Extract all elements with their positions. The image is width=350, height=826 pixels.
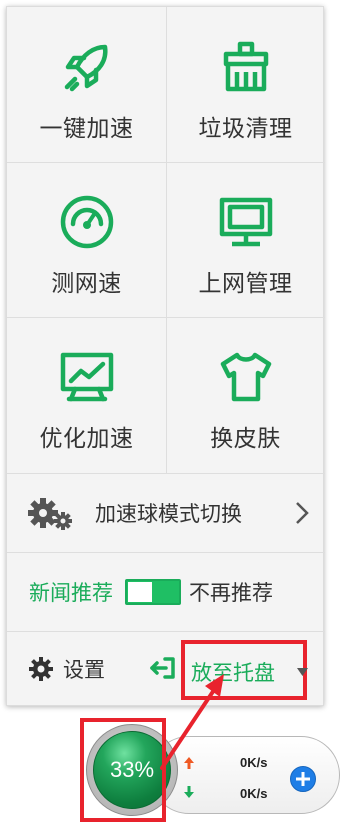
tshirt-icon — [220, 352, 271, 402]
minimize-to-tray-button[interactable]: 放至托盘 — [191, 657, 275, 687]
grid-divider — [7, 317, 325, 318]
feature-grid: 一键加速 垃圾清理 测网速 上网管理 优化加速 换皮肤 — [7, 7, 325, 473]
mode-switch-label: 加速球模式切换 — [95, 502, 242, 526]
tile-optimize-speedup[interactable]: 优化加速 — [7, 317, 166, 472]
tile-label: 优化加速 — [39, 426, 134, 452]
footer-row: 设置 放至托盘 — [7, 632, 325, 706]
upload-speed: 0K/s — [240, 755, 268, 770]
speedometer-icon — [60, 195, 113, 249]
tile-label: 一键加速 — [39, 116, 134, 142]
settings-button[interactable]: 设置 — [63, 654, 105, 684]
download-speed: 0K/s — [240, 786, 268, 801]
grid-divider — [166, 7, 167, 473]
mode-switch-row[interactable]: 加速球模式切换 — [7, 474, 325, 552]
tile-change-skin[interactable]: 换皮肤 — [166, 317, 325, 472]
tile-one-click-speedup[interactable]: 一键加速 — [7, 7, 166, 162]
news-recommend-row: 新闻推荐 不再推荐 — [7, 553, 325, 631]
broom-icon — [223, 41, 268, 92]
speed-ball-menu-panel: 一键加速 垃圾清理 测网速 上网管理 优化加速 换皮肤 加速球模式切换 新闻推荐… — [6, 6, 325, 706]
no-recommend-link[interactable]: 不再推荐 — [189, 577, 273, 607]
download-arrow-icon — [184, 786, 194, 798]
upload-arrow-icon — [184, 757, 194, 769]
tile-label: 测网速 — [51, 271, 122, 297]
highlight-box — [80, 718, 166, 822]
tile-label: 垃圾清理 — [198, 116, 293, 142]
tile-internet-management[interactable]: 上网管理 — [166, 162, 325, 317]
toggle-knob — [128, 582, 152, 602]
gears-icon — [28, 498, 72, 530]
plus-icon — [296, 772, 310, 786]
tile-label: 上网管理 — [198, 271, 293, 297]
chart-monitor-icon — [60, 352, 113, 402]
grid-divider — [7, 162, 325, 163]
plus-button[interactable] — [290, 766, 316, 792]
exit-to-tray-icon[interactable] — [149, 656, 177, 680]
monitor-icon — [219, 197, 272, 247]
rocket-icon — [64, 44, 108, 92]
news-recommend-label: 新闻推荐 — [29, 581, 113, 605]
caret-down-icon[interactable] — [297, 668, 308, 676]
gear-icon[interactable] — [29, 657, 53, 681]
tile-label: 换皮肤 — [210, 426, 281, 452]
tile-junk-cleanup[interactable]: 垃圾清理 — [166, 7, 325, 162]
chevron-right-icon — [296, 502, 309, 524]
news-toggle[interactable] — [125, 579, 181, 605]
tile-speed-test[interactable]: 测网速 — [7, 162, 166, 317]
